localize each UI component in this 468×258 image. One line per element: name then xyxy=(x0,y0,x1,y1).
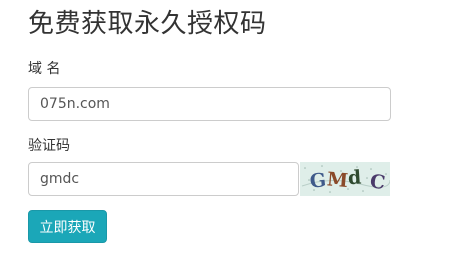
domain-input[interactable] xyxy=(28,87,391,121)
captcha-char-2: M xyxy=(326,168,349,192)
page-title: 免费获取永久授权码 xyxy=(28,9,267,39)
captcha-char-1: G xyxy=(309,169,327,193)
captcha-label: 验证码 xyxy=(28,138,70,154)
captcha-char-4: C xyxy=(369,170,387,194)
captcha-char-3: d xyxy=(347,167,362,190)
captcha-graphic: G M d C xyxy=(301,165,390,194)
get-authorization-button[interactable]: 立即获取 xyxy=(28,210,107,243)
captcha-input[interactable] xyxy=(28,162,299,196)
domain-label: 域 名 xyxy=(28,61,61,77)
captcha-image[interactable]: G M d C xyxy=(300,162,390,196)
